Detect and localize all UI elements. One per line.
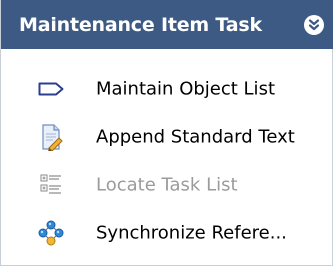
menu-item-synchronize-references[interactable]: Synchronize Refere... [1, 209, 333, 257]
double-chevron-down-icon [308, 18, 320, 30]
task-list-tree-icon [37, 171, 65, 199]
menu-item-label: Append Standard Text [96, 126, 295, 148]
synchronize-nodes-icon [37, 219, 65, 247]
panel-title: Maintenance Item Task [19, 13, 262, 36]
document-edit-icon [37, 123, 65, 151]
object-list-tag-icon [37, 75, 65, 103]
collapse-button[interactable] [304, 14, 324, 35]
menu-item-append-standard-text[interactable]: Append Standard Text [1, 113, 333, 161]
maintenance-item-task-panel: Maintenance Item Task Maintain Object Li… [0, 0, 333, 266]
menu-item-label: Locate Task List [96, 174, 238, 196]
menu-item-label: Synchronize Refere... [96, 222, 287, 244]
menu-item-maintain-object-list[interactable]: Maintain Object List [1, 65, 333, 113]
menu-item-label: Maintain Object List [96, 78, 275, 100]
panel-header: Maintenance Item Task [1, 0, 333, 49]
menu-item-locate-task-list[interactable]: Locate Task List [1, 161, 333, 209]
